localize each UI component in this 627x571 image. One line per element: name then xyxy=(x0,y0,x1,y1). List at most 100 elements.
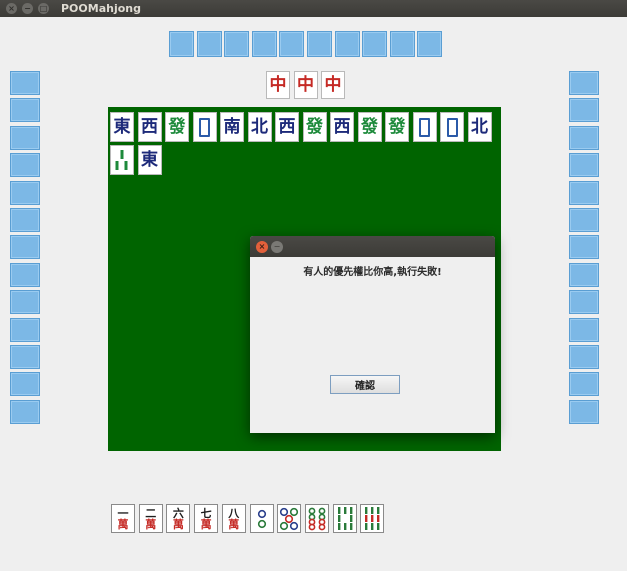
tile-number: 二 xyxy=(145,506,157,520)
face-down-tile xyxy=(169,31,194,57)
tile-glyph: 北 xyxy=(251,116,268,137)
face-down-tile xyxy=(569,208,599,232)
window-title: POOMahjong xyxy=(61,2,141,15)
tile-glyph: 西 xyxy=(333,116,351,137)
red-dragon-tile: 中 xyxy=(266,71,290,99)
face-down-tile xyxy=(10,180,40,205)
bamboo-icon xyxy=(115,150,128,170)
tile-number: 七 xyxy=(200,506,212,520)
face-down-tile xyxy=(569,290,599,315)
tile-glyph: 西 xyxy=(141,116,158,137)
bamboo-icon xyxy=(365,507,380,530)
face-down-tile xyxy=(307,31,332,57)
tile-suit: 萬 xyxy=(172,517,184,531)
face-down-tile xyxy=(10,345,40,369)
circle-tile[interactable] xyxy=(249,504,274,533)
tile-number: 八 xyxy=(228,506,240,520)
face-down-tile xyxy=(10,290,40,315)
tile-glyph: 發 xyxy=(361,116,378,137)
face-down-tile xyxy=(224,31,250,57)
tile-number: 六 xyxy=(172,506,184,520)
circle-tile[interactable] xyxy=(277,504,302,533)
face-down-tile xyxy=(569,399,599,424)
face-down-tile xyxy=(251,31,277,57)
circle-icon xyxy=(308,507,326,530)
tile-glyph: 發 xyxy=(388,116,406,137)
circle-icon xyxy=(280,507,299,530)
red-dragon-tile: 中 xyxy=(321,71,345,99)
maximize-window-button[interactable]: □ xyxy=(38,3,49,14)
tile-glyph: 發 xyxy=(168,116,186,137)
face-down-tile xyxy=(569,71,599,95)
white-dragon-frame xyxy=(446,117,458,137)
white-dragon-frame xyxy=(199,117,210,137)
tile-glyph: 東 xyxy=(141,149,158,170)
dialog-titlebar: × − xyxy=(250,236,495,257)
wind-tile: 北 xyxy=(247,112,272,142)
close-window-button[interactable]: × xyxy=(6,3,17,14)
face-down-tile xyxy=(569,235,599,260)
face-down-tile xyxy=(334,31,360,57)
circle-tile[interactable] xyxy=(304,504,329,533)
face-down-tile xyxy=(10,71,40,95)
face-down-tile xyxy=(10,399,40,424)
tile-suit: 萬 xyxy=(228,517,240,531)
dialog-message: 有人的優先權比你高,執行失敗! xyxy=(303,267,442,278)
character-tile[interactable]: 七萬 xyxy=(194,504,219,533)
face-down-tile xyxy=(569,153,599,178)
dialog-minimize-button[interactable]: − xyxy=(271,240,283,253)
wind-tile: 北 xyxy=(467,112,492,142)
confirm-button[interactable]: 確認 xyxy=(330,375,400,394)
tile-glyph: 中 xyxy=(269,74,287,95)
character-tile[interactable]: 一萬 xyxy=(111,504,135,533)
face-down-tile xyxy=(389,31,415,57)
minimize-window-button[interactable]: − xyxy=(22,3,33,14)
wind-tile: 西 xyxy=(137,112,162,142)
face-down-tile xyxy=(569,180,599,205)
green-dragon-tile: 發 xyxy=(385,112,409,142)
green-dragon-tile: 發 xyxy=(165,112,189,142)
tile-number: 一 xyxy=(117,506,129,520)
tile-glyph: 發 xyxy=(306,116,323,137)
tile-glyph: 北 xyxy=(471,116,488,137)
dialog-close-button[interactable]: × xyxy=(256,240,268,253)
white-dragon-tile xyxy=(440,112,464,142)
face-down-tile xyxy=(10,208,40,232)
face-down-tile xyxy=(417,31,443,57)
face-down-tile xyxy=(10,317,40,342)
face-down-tile xyxy=(569,317,599,342)
error-dialog: × − 有人的優先權比你高,執行失敗! 確認 xyxy=(250,236,495,433)
face-down-tile xyxy=(196,31,222,57)
tile-glyph: 中 xyxy=(297,74,314,95)
face-down-tile xyxy=(279,31,305,57)
white-dragon-tile xyxy=(412,112,437,142)
face-down-tile xyxy=(10,125,40,150)
face-down-tile xyxy=(10,235,40,260)
circle-icon xyxy=(257,509,266,528)
window-titlebar: × − □ POOMahjong xyxy=(0,0,627,17)
face-down-tile xyxy=(362,31,388,57)
tile-glyph: 中 xyxy=(324,74,342,95)
face-down-tile xyxy=(569,125,599,150)
red-dragon-tile: 中 xyxy=(293,71,318,99)
green-dragon-tile: 發 xyxy=(302,112,327,142)
face-down-tile xyxy=(10,262,40,287)
face-down-tile xyxy=(569,372,599,397)
white-dragon-tile xyxy=(192,112,217,142)
face-down-tile xyxy=(10,372,40,397)
tile-suit: 萬 xyxy=(117,517,129,531)
bamboo-icon xyxy=(337,507,352,530)
tile-glyph: 西 xyxy=(278,116,296,137)
bamboo-tile[interactable] xyxy=(360,504,385,533)
wind-tile: 東 xyxy=(137,145,162,175)
character-tile[interactable]: 八萬 xyxy=(221,504,246,533)
wind-tile: 西 xyxy=(330,112,354,142)
green-dragon-tile: 發 xyxy=(357,112,382,142)
bamboo-tile[interactable] xyxy=(332,504,357,533)
character-tile[interactable]: 二萬 xyxy=(138,504,163,533)
wind-tile: 西 xyxy=(275,112,299,142)
character-tile[interactable]: 六萬 xyxy=(166,504,191,533)
face-down-tile xyxy=(10,153,40,178)
bamboo-3-tile xyxy=(110,145,134,175)
wind-tile: 南 xyxy=(220,112,244,142)
